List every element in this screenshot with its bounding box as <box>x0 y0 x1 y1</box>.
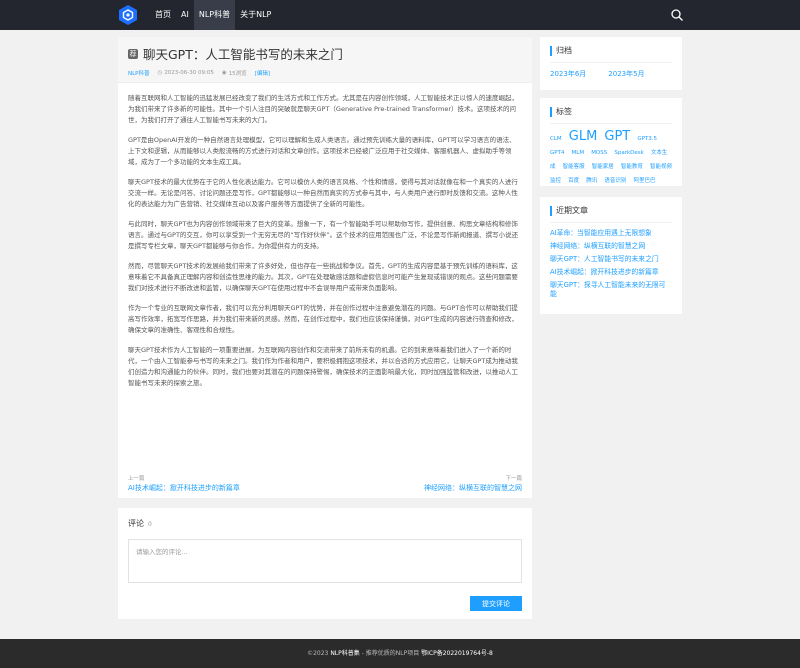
article-card: 荐 聊天GPT：人工智能书写的未来之门 NLP科普 ◷ 2023-06-30 0… <box>118 37 532 498</box>
footer-copyright: ©2023 <box>307 650 329 657</box>
comments-title: 评论 <box>128 519 144 528</box>
main-nav: 首页 AI NLP科普 关于NLP <box>150 0 276 30</box>
comments-count: 0 <box>148 521 152 528</box>
article-views: 15浏览 <box>228 71 247 77</box>
article-paragraph: 聊天GPT技术作为人工智能的一项重要进展，为互联网内容创作和交流带来了前所未有的… <box>128 346 518 387</box>
article-title-row: 荐 聊天GPT：人工智能书写的未来之门 <box>128 44 522 63</box>
article-body: 随着互联网和人工智能的迅猛发展已经改变了我们的生活方式和工作方式。尤其是在内容创… <box>118 83 532 389</box>
comment-textarea[interactable] <box>128 539 522 583</box>
tags-widget: 标签 CLM GLM GPT GPT3.5 GPT4 MLM MOSS Spar… <box>540 98 682 186</box>
prev-post-label: 上一篇 <box>128 476 145 482</box>
article-paragraph: 聊天GPT技术的最大优势在于它的人性化表达能力。它可以模仿人类的语言风格、个性和… <box>128 178 518 208</box>
recent-posts-title-text: 近期文章 <box>556 206 588 215</box>
recommend-badge: 荐 <box>128 48 138 59</box>
archive-widget: 归档 2023年6月 2023年5月 <box>540 37 682 90</box>
tag-link[interactable]: 语音识别 <box>604 178 626 184</box>
title-accent-bar <box>550 45 552 56</box>
archive-title-text: 归档 <box>556 46 572 55</box>
site-footer: ©2023 NLP科普集 - 推荐优质的NLP项目 鄂ICP备202201976… <box>0 639 800 668</box>
tags-title: 标签 <box>550 106 672 124</box>
site-logo-icon[interactable] <box>118 4 138 26</box>
footer-site-link[interactable]: NLP科普集 <box>330 650 359 657</box>
tag-link[interactable]: 智能家居 <box>592 164 614 170</box>
comments-section: 评论 0 提交评论 <box>118 508 532 619</box>
nav-item-about-nlp[interactable]: 关于NLP <box>235 0 276 30</box>
recent-post-link[interactable]: 神经网络：纵横互联的智慧之网 <box>550 242 672 251</box>
article-paragraph: 随着互联网和人工智能的迅猛发展已经改变了我们的生活方式和工作方式。尤其是在内容创… <box>128 94 518 124</box>
prev-post-link[interactable]: AI技术崛起：掀开科技进步的新篇章 <box>128 483 240 493</box>
recent-posts-title: 近期文章 <box>550 205 672 223</box>
tag-link[interactable]: GPT3.5 <box>637 136 657 142</box>
tag-link[interactable]: SparkDesk <box>614 150 643 156</box>
next-post: 下一篇 神经网络：纵横互联的智慧之网 <box>424 474 522 493</box>
article-date: 2023-06-30 09:05 <box>164 70 214 76</box>
comments-header: 评论 0 <box>128 518 522 529</box>
footer-slogan: - 推荐优质的NLP项目 <box>361 650 420 657</box>
nav-item-home[interactable]: 首页 <box>150 0 176 30</box>
archive-link[interactable]: 2023年6月 <box>550 69 586 79</box>
footer-icp-link[interactable]: 鄂ICP备2022019764号-8 <box>421 650 493 657</box>
tag-link[interactable]: GPT <box>604 129 630 144</box>
tag-link[interactable]: MOSS <box>591 150 607 156</box>
recent-post-link[interactable]: AI革命：当智能应用遇上无限想象 <box>550 229 672 238</box>
archive-list: 2023年6月 2023年5月 <box>550 69 672 79</box>
title-accent-bar <box>550 106 552 117</box>
title-accent-bar <box>550 205 552 216</box>
article-title: 聊天GPT：人工智能书写的未来之门 <box>143 47 343 62</box>
article-paragraph: 作为一个专业的互联网文章作者，我们可以充分利用聊天GPT的优势，并在创作过程中注… <box>128 304 518 334</box>
article-paragraph: GPT是由OpenAI开发的一种自然语言处理模型，它可以理解和生成人类语言。通过… <box>128 136 516 166</box>
next-post-label: 下一篇 <box>505 476 522 482</box>
tag-link[interactable]: MLM <box>572 150 585 156</box>
tag-link[interactable]: 阿里巴巴 <box>633 178 655 184</box>
tag-link[interactable]: CLM <box>550 136 562 142</box>
post-navigation: 上一篇 AI技术崛起：掀开科技进步的新篇章 下一篇 神经网络：纵横互联的智慧之网 <box>128 474 522 493</box>
search-icon[interactable] <box>670 8 684 22</box>
nav-item-nlp-science[interactable]: NLP科普 <box>193 0 236 30</box>
article-category-link[interactable]: NLP科普 <box>128 69 150 77</box>
tag-link[interactable]: 百度 <box>568 178 579 184</box>
tag-link[interactable]: 智能教育 <box>621 164 643 170</box>
recent-post-link[interactable]: 聊天GPT：人工智能书写的未来之门 <box>550 255 672 264</box>
top-navbar: 首页 AI NLP科普 关于NLP <box>0 0 800 30</box>
tag-link[interactable]: 腾讯 <box>586 178 597 184</box>
submit-comment-button[interactable]: 提交评论 <box>470 596 522 611</box>
recent-posts-widget: 近期文章 AI革命：当智能应用遇上无限想象 神经网络：纵横互联的智慧之网 聊天G… <box>540 197 682 314</box>
article-meta: NLP科普 ◷ 2023-06-30 09:05 ◉ 15浏览 [编辑] <box>128 69 522 77</box>
eye-icon: ◉ <box>221 70 227 76</box>
edit-link[interactable]: [编辑] <box>255 69 270 77</box>
clock-icon: ◷ <box>157 70 163 76</box>
article-paragraph: 与此同时，聊天GPT也为内容创作领域带来了巨大的变革。想象一下，有一个智能助手可… <box>128 220 519 250</box>
tag-link[interactable]: GPT4 <box>550 150 564 156</box>
tag-link[interactable]: 智能客服 <box>563 164 585 170</box>
next-post-link[interactable]: 神经网络：纵横互联的智慧之网 <box>424 483 522 493</box>
recent-post-link[interactable]: AI技术崛起：掀开科技进步的新篇章 <box>550 268 672 277</box>
recent-post-link[interactable]: 聊天GPT：探寻人工智能未来的无限可能 <box>550 281 672 299</box>
tag-link[interactable]: GLM <box>569 129 598 144</box>
archive-link[interactable]: 2023年5月 <box>608 69 644 79</box>
tags-title-text: 标签 <box>556 107 572 116</box>
prev-post: 上一篇 AI技术崛起：掀开科技进步的新篇章 <box>128 474 240 493</box>
article-header: 荐 聊天GPT：人工智能书写的未来之门 NLP科普 ◷ 2023-06-30 0… <box>118 37 532 83</box>
nav-item-ai[interactable]: AI <box>176 0 194 30</box>
archive-title: 归档 <box>550 45 672 63</box>
article-paragraph: 然而，尽管聊天GPT技术的发展给我们带来了许多好处，但也存在一些挑战和争议。首先… <box>128 262 518 292</box>
recent-posts-list: AI革命：当智能应用遇上无限想象 神经网络：纵横互联的智慧之网 聊天GPT：人工… <box>550 229 672 299</box>
tag-cloud: CLM GLM GPT GPT3.5 GPT4 MLM MOSS SparkDe… <box>550 130 672 186</box>
